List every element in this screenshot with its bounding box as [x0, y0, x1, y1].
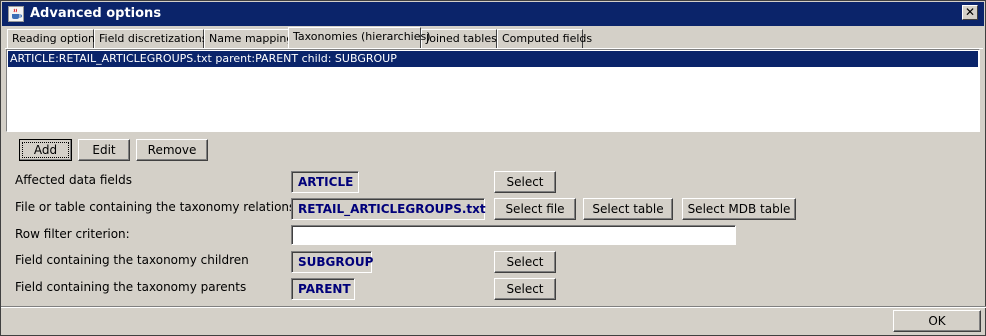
row-filter-input[interactable] — [291, 225, 736, 245]
tab-name-mappings[interactable]: Name mappings — [204, 29, 299, 48]
edit-button[interactable]: Edit — [78, 139, 130, 161]
remove-button[interactable]: Remove — [136, 139, 208, 161]
ok-button[interactable]: OK — [893, 310, 981, 332]
tab-computed-fields[interactable]: Computed fields — [497, 29, 592, 48]
tab-taxonomies[interactable]: Taxonomies (hierarchies) — [288, 27, 431, 48]
taxonomy-list[interactable]: ARTICLE:RETAIL_ARTICLEGROUPS.txt parent:… — [6, 49, 980, 132]
tab-reading-options[interactable]: Reading options — [7, 29, 101, 48]
affected-fields-select-button[interactable]: Select — [494, 171, 556, 193]
children-field-label: Field containing the taxonomy children — [15, 253, 249, 267]
select-table-button[interactable]: Select table — [583, 198, 673, 220]
select-mdb-table-button[interactable]: Select MDB table — [682, 198, 796, 220]
affected-fields-value: ARTICLE — [291, 171, 359, 193]
affected-fields-label: Affected data fields — [15, 173, 132, 187]
taxonomy-file-value: RETAIL_ARTICLEGROUPS.txt — [291, 198, 486, 220]
title-bar[interactable]: Advanced options ✕ — [2, 2, 984, 26]
row-filter-label: Row filter criterion: — [15, 227, 130, 241]
parents-field-value: PARENT — [291, 278, 355, 300]
java-cup-icon — [8, 6, 24, 22]
taxonomy-file-label: File or table containing the taxonomy re… — [15, 200, 296, 214]
parents-field-label: Field containing the taxonomy parents — [15, 280, 247, 294]
window-title: Advanced options — [30, 6, 162, 21]
tab-joined-tables[interactable]: Joined tables — [421, 29, 497, 48]
footer-separator-highlight — [1, 307, 986, 308]
children-field-value: SUBGROUP — [291, 251, 373, 273]
tab-field-discretizations[interactable]: Field discretizations — [94, 29, 207, 48]
add-button[interactable]: Add — [19, 139, 72, 161]
list-item[interactable]: ARTICLE:RETAIL_ARTICLEGROUPS.txt parent:… — [8, 51, 978, 67]
select-file-button[interactable]: Select file — [494, 198, 576, 220]
children-field-select-button[interactable]: Select — [494, 251, 556, 273]
advanced-options-dialog: Advanced options ✕ Reading options Field… — [0, 0, 986, 336]
parents-field-select-button[interactable]: Select — [494, 278, 556, 300]
close-button[interactable]: ✕ — [962, 5, 978, 20]
